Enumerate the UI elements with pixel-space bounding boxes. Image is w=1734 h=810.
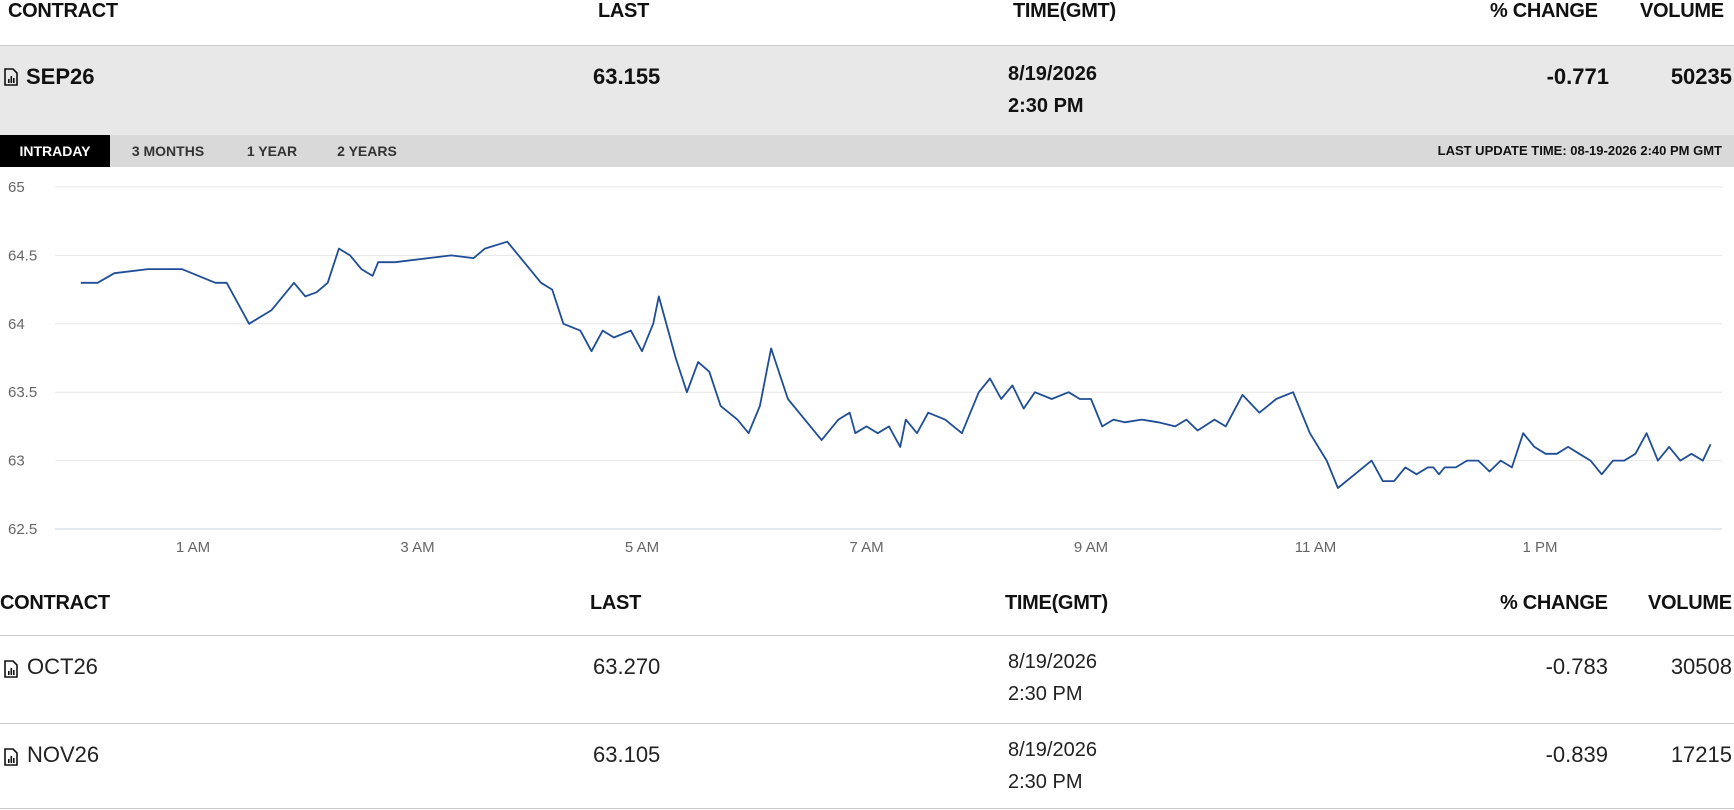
main-last-price: 63.155	[593, 64, 661, 89]
main-date: 8/19/2026	[1008, 63, 1097, 85]
y-tick-label: 65	[8, 179, 25, 196]
report-icon	[4, 660, 18, 678]
main-volume: 50235	[1670, 64, 1732, 89]
x-tick-label: 9 AM	[1074, 539, 1108, 556]
column-header-volume: VOLUME	[1640, 0, 1724, 22]
x-tick-label: 3 AM	[400, 539, 434, 556]
x-tick-label: 7 AM	[849, 539, 883, 556]
main-contract-name[interactable]: SEP26	[26, 64, 95, 90]
price-series-line	[80, 240, 1712, 489]
column-header-change: % CHANGE	[1490, 0, 1598, 22]
row-divider	[0, 808, 1734, 809]
table-header-last: LAST	[590, 592, 642, 614]
row-date: 8/19/2026	[1008, 739, 1097, 761]
last-update-time: LAST UPDATE TIME: 08-19-2026 2:40 PM GMT	[1437, 143, 1722, 158]
x-tick-label: 1 AM	[176, 539, 210, 556]
row-volume: 17215	[1670, 742, 1732, 767]
intraday-price-chart: 65 64.5 64 63.5 63 62.5 1 AM 3 AM 5 AM 7 AM 9 AM 11…	[8, 179, 1722, 556]
tab-3-months[interactable]: 3 MONTHS	[118, 135, 218, 167]
row-last-price: 63.105	[593, 742, 661, 767]
x-tick-label: 1 PM	[1522, 539, 1557, 556]
row-time: 2:30 PM	[1008, 683, 1083, 705]
report-icon	[4, 68, 18, 86]
main-percent-change: -0.771	[1546, 64, 1609, 89]
y-tick-label: 62.5	[8, 521, 37, 538]
column-header-time: TIME(GMT)	[1013, 0, 1116, 22]
y-tick-label: 64	[8, 316, 25, 333]
tab-intraday[interactable]: INTRADAY	[0, 135, 110, 167]
row-percent-change: -0.839	[1545, 742, 1608, 767]
table-row[interactable]: OCT26 63.270 8/19/2026 2:30 PM -0.783 30…	[0, 636, 1734, 724]
main-time: 2:30 PM	[1008, 95, 1084, 117]
row-volume: 30508	[1670, 654, 1732, 679]
table-header-change: % CHANGE	[1500, 592, 1608, 614]
column-header-contract: CONTRACT	[8, 0, 118, 22]
table-header-time: TIME(GMT)	[1005, 592, 1108, 614]
row-date: 8/19/2026	[1008, 651, 1097, 673]
row-contract-name[interactable]: OCT26	[27, 654, 98, 680]
y-tick-label: 64.5	[8, 247, 37, 264]
row-time: 2:30 PM	[1008, 771, 1083, 793]
report-icon	[4, 748, 18, 766]
y-tick-label: 63.5	[8, 384, 37, 401]
row-percent-change: -0.783	[1545, 654, 1608, 679]
y-tick-label: 63	[8, 453, 25, 470]
tab-2-years[interactable]: 2 YEARS	[326, 135, 408, 167]
tab-1-year[interactable]: 1 YEAR	[232, 135, 312, 167]
column-header-last: LAST	[598, 0, 650, 22]
main-contract-row[interactable]: SEP26 63.155 8/19/2026 2:30 PM -0.771 50…	[0, 45, 1734, 136]
row-last-price: 63.270	[593, 654, 661, 679]
range-tab-bar: INTRADAY 3 MONTHS 1 YEAR 2 YEARS LAST UP…	[0, 135, 1734, 167]
x-tick-label: 11 AM	[1295, 539, 1336, 556]
row-contract-name[interactable]: NOV26	[27, 742, 99, 768]
table-header-volume: VOLUME	[1648, 592, 1732, 614]
table-header-contract: CONTRACT	[0, 592, 110, 614]
table-row[interactable]: NOV26 63.105 8/19/2026 2:30 PM -0.839 17…	[0, 724, 1734, 810]
x-tick-label: 5 AM	[625, 539, 659, 556]
